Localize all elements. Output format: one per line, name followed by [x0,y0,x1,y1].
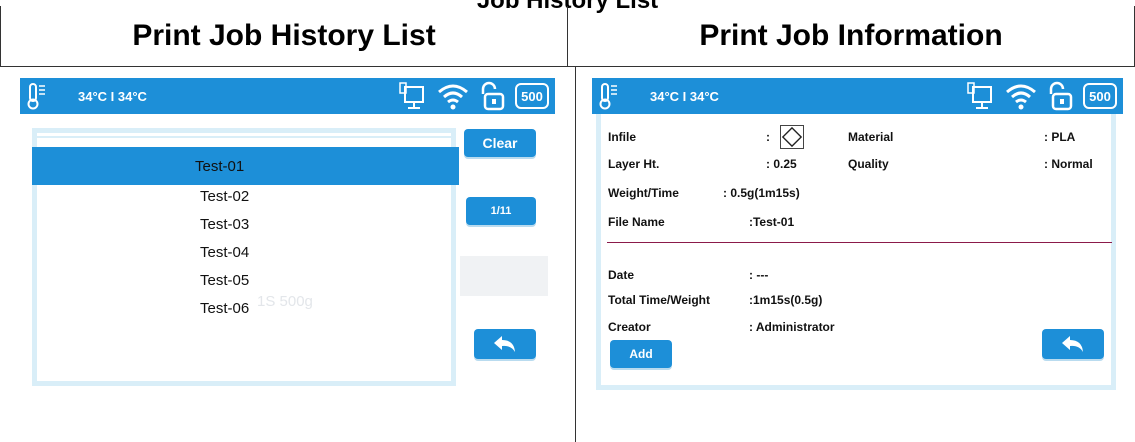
status-icons: 500 [965,81,1117,111]
list-item[interactable]: Test-04 [200,244,249,261]
column-divider [575,67,576,442]
filament-badge: 500 [515,83,549,109]
total-time-weight-label: Total Time/Weight [608,293,711,307]
back-button[interactable] [474,329,536,359]
infile-diamond-icon [780,125,804,149]
thermometer-icon [599,83,617,110]
creator-value: : Administrator [749,320,835,334]
back-button[interactable] [1042,329,1104,359]
header-left-title: Print Job History List [1,6,568,66]
add-button[interactable]: Add [610,340,672,368]
list-item-selected[interactable]: Test-01 [32,147,459,185]
quality-label: Quality [848,157,889,171]
list-item[interactable]: Test-06 [200,300,249,317]
total-time-weight-value: :1m15s(0.5g) [749,293,823,307]
unlock-icon[interactable] [479,81,505,111]
temperature-readout: 34°C I 34°C [78,89,147,104]
weight-time-value: : 0.5g(1m15s) [723,186,800,200]
header-table: Print Job History List Print Job Informa… [0,6,1135,67]
history-list: Test-01 Test-02 Test-03 Test-04 Test-05 … [32,128,459,386]
info-screen: 34°C I 34°C 500 Infile : Material: PLA … [592,78,1123,442]
back-arrow-icon [1062,336,1083,352]
list-item[interactable]: Test-02 [200,188,249,205]
layer-height-label: Layer Ht. [608,157,660,171]
clear-button[interactable]: Clear [464,129,536,157]
info-frame [596,114,1116,390]
file-name-value: :Test-01 [749,215,795,229]
list-item[interactable]: Test-03 [200,216,249,233]
material-value: : PLA [1044,130,1076,144]
thermometer-icon [27,83,45,110]
printer-connection-icon[interactable] [397,81,427,111]
infile-label: Infile [608,130,637,144]
temperature-readout: 34°C I 34°C [650,89,719,104]
date-label: Date [608,268,635,282]
printer-connection-icon[interactable] [965,81,995,111]
quality-value: : Normal [1044,157,1093,171]
back-arrow-icon [494,336,515,352]
list-top-line [37,136,451,138]
ghost-text: 1S 500g [257,293,313,310]
header-right-title: Print Job Information [699,19,1003,52]
ghost-band [460,256,548,296]
status-icons: 500 [397,81,549,111]
layer-height-value: : 0.25 [766,157,797,171]
wifi-icon[interactable] [1005,81,1037,111]
filament-badge: 500 [1083,83,1117,109]
page-indicator-button[interactable]: 1/11 [466,197,536,225]
history-screen: 34°C I 34°C 500 Test-01 Test-02 Test-03 … [20,78,555,442]
creator-label: Creator [608,320,651,334]
unlock-icon[interactable] [1047,81,1073,111]
status-bar: 34°C I 34°C 500 [592,78,1123,114]
infile-value: : [766,130,770,144]
status-bar: 34°C I 34°C 500 [20,78,555,114]
file-name-label: File Name [608,215,665,229]
weight-time-label: Weight/Time [608,186,679,200]
date-value: : --- [749,268,769,282]
list-item[interactable]: Test-05 [200,272,249,289]
material-label: Material [848,130,894,144]
section-divider [607,242,1112,243]
wifi-icon[interactable] [437,81,469,111]
